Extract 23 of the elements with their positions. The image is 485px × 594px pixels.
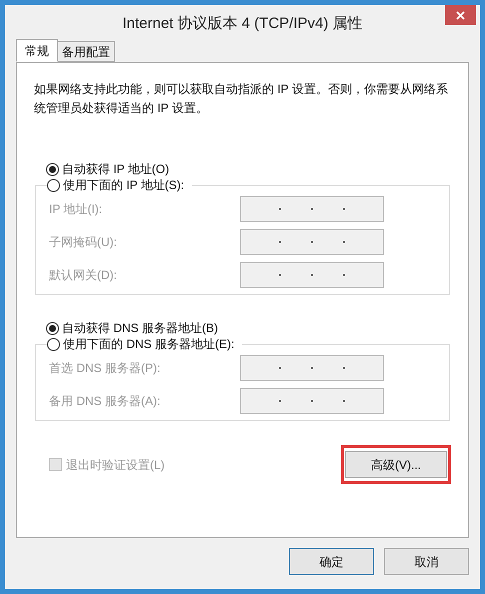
radio-label: 使用下面的 DNS 服务器地址(E): [63, 336, 234, 353]
description-text: 如果网络支持此功能，则可以获取自动指派的 IP 设置。否则，你需要从网络系统管理员处获得适当的 IP 设置。 [34, 81, 449, 117]
field-label: 默认网关(D): [49, 267, 117, 284]
field-label: 子网掩码(U): [49, 234, 117, 251]
radio-label: 自动获得 DNS 服务器地址(B) [62, 320, 218, 337]
radio-label: 使用下面的 IP 地址(S): [63, 177, 184, 194]
advanced-button[interactable]: 高级(V)... [341, 445, 451, 484]
dialog-button[interactable]: 确定 [289, 548, 374, 575]
dialog-button[interactable]: 取消 [384, 548, 469, 575]
field-label: IP 地址(I): [49, 201, 102, 218]
tab[interactable]: 备用配置 [57, 41, 115, 62]
field-label: 备用 DNS 服务器(A): [49, 393, 160, 410]
radio-button[interactable] [47, 338, 60, 350]
field-label: 首选 DNS 服务器(P): [49, 360, 160, 377]
radio-button[interactable] [47, 178, 60, 192]
radio-label: 自动获得 IP 地址(O) [62, 161, 170, 178]
tab[interactable]: 常规 [16, 39, 58, 62]
close-icon [456, 10, 465, 20]
window-title: Internet 协议版本 4 (TCP/IPv4) 属性 [121, 14, 364, 34]
radio-button[interactable] [46, 162, 59, 176]
radio-button[interactable] [46, 322, 59, 334]
checkbox-label: 退出时验证设置(L) [66, 456, 165, 474]
close-button[interactable] [445, 5, 476, 25]
